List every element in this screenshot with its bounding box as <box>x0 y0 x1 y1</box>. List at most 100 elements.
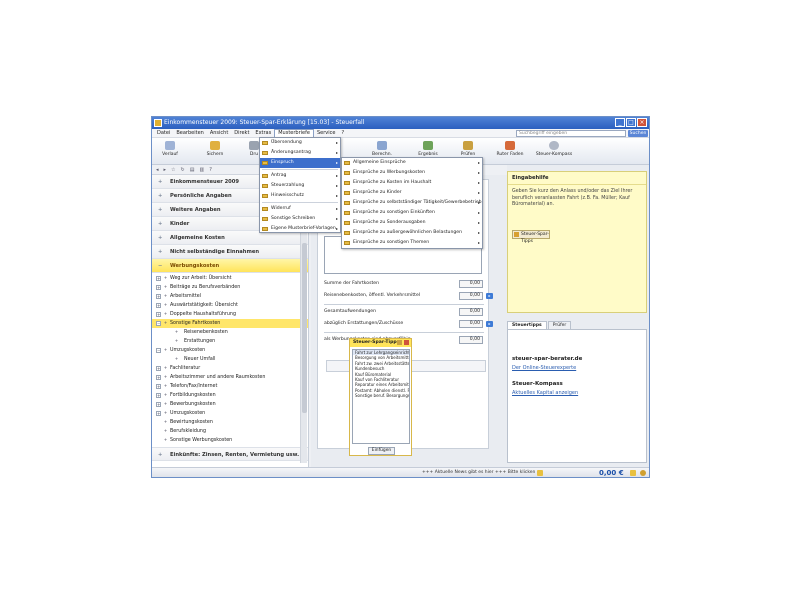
popup-close-icon[interactable] <box>404 340 409 345</box>
menu-item-label: Eigene Musterbrief-Vorlagen <box>271 226 336 231</box>
menu-item-einspruch[interactable]: Einspruch ▸ <box>260 158 340 168</box>
sidebar-scrollbar[interactable] <box>300 223 307 463</box>
steuer-spar-tipps-button[interactable]: Steuer-Spar-Tipps <box>512 230 550 244</box>
menu-item-aenderungsantrag[interactable]: Änderungsantrag ▸ <box>260 148 340 158</box>
refresh-icon[interactable]: ↻ <box>181 167 185 173</box>
menu-item-uebersendung[interactable]: Übersendung ▸ <box>260 138 340 148</box>
submenu-item[interactable]: Einsprüche zu Sonderausgaben ▸ <box>342 218 482 228</box>
tree-item[interactable]: + Berufskleidung <box>152 427 308 436</box>
tree-item-label: Umzugskosten <box>170 411 206 416</box>
tree-item[interactable]: + + Telefon/Fax/Internet <box>152 382 308 391</box>
history-label: Verlauf <box>162 152 178 157</box>
tree-item[interactable]: + Reisenebenkosten <box>152 328 308 337</box>
maximize-button[interactable]: □ <box>626 118 636 127</box>
submenu-item[interactable]: Einsprüche zu Werbungskosten ▸ <box>342 168 482 178</box>
menu-item-eigene-vorlagen[interactable]: Eigene Musterbrief-Vorlagen ▸ <box>260 224 340 234</box>
list-icon[interactable]: ▥ <box>199 167 204 173</box>
category-nicht-selbstaendige-einnahmen[interactable]: + Nicht selbständige Einnahmen <box>152 245 308 259</box>
tree-item[interactable]: + + Doppelte Haushaltsführung <box>152 310 308 319</box>
advisor-icon <box>505 141 515 150</box>
tree-item[interactable]: + + Weg zur Arbeit: Übersicht <box>152 274 308 283</box>
online-expert-link[interactable]: Der Online-Steuerexperte <box>512 365 642 371</box>
menu-item-widerruf[interactable]: Widerruf ▸ <box>260 204 340 214</box>
search-input[interactable]: Suchbegriff eingeben <box>516 130 626 137</box>
submenu-arrow-icon: ▸ <box>335 140 338 145</box>
einspruch-submenu: Allgemeine Einsprüche ▸ Einsprüche zu Wer… <box>341 157 483 249</box>
nav-back-icon[interactable]: ◂ <box>156 167 159 173</box>
tree-item[interactable]: + + Arbeitsmittel <box>152 292 308 301</box>
submenu-item[interactable]: Allgemeine Einsprüche ▸ <box>342 158 482 168</box>
category-einkuenfte[interactable]: + Einkünfte: Zinsen, Renten, Vermietung u… <box>152 447 308 461</box>
tree-item[interactable]: + + Fachliteratur <box>152 364 308 373</box>
tree-item[interactable]: + + Umzugskosten <box>152 409 308 418</box>
folder-icon <box>344 231 350 235</box>
advisor-button[interactable]: Ruter Faden <box>496 141 524 157</box>
check-button[interactable]: Prüfen <box>458 141 478 157</box>
history-button[interactable]: Verlauf <box>158 141 182 157</box>
goto-arrow-icon[interactable]: ▸ <box>486 293 493 299</box>
menu-datei[interactable]: Datei <box>154 129 173 138</box>
submenu-item[interactable]: Einsprüche zu Kinder ▸ <box>342 188 482 198</box>
expand-icon[interactable]: + <box>156 393 161 398</box>
expand-icon[interactable]: + <box>156 312 161 317</box>
menu-item-hinweisschutz[interactable]: Hinweisschutz ▸ <box>260 191 340 201</box>
tree-item[interactable]: + + Bewerbungskosten <box>152 400 308 409</box>
compass-button[interactable]: Steuer-Kompass <box>534 141 574 157</box>
close-button[interactable]: × <box>637 118 647 127</box>
menu-item-steuerzahlung[interactable]: Steuerzahlung ▸ <box>260 181 340 191</box>
popup-help-icon[interactable] <box>397 340 402 345</box>
expand-icon[interactable]: + <box>156 375 161 380</box>
menu-ansicht[interactable]: Ansicht <box>207 129 231 138</box>
menu-item-sonstige-schreiben[interactable]: Sonstige Schreiben ▸ <box>260 214 340 224</box>
tree-item[interactable]: + Erstattungen <box>152 337 308 346</box>
category-werbungskosten[interactable]: − Werbungskosten <box>152 259 308 273</box>
musterbriefe-menu: Übersendung ▸ Änderungsantrag ▸ Einspruch ▸… <box>259 137 341 233</box>
search-button[interactable]: Suchen <box>628 130 648 137</box>
submenu-item[interactable]: Einsprüche zu selbstständiger Tätigkeit/… <box>342 198 482 208</box>
goto-arrow-icon[interactable]: ▸ <box>486 321 493 327</box>
collapse-icon[interactable]: − <box>156 321 161 326</box>
tips-list[interactable]: Fahrt zur Lehrgangseinrichtung Besorgung… <box>352 349 410 444</box>
tips-list-item[interactable]: Sonstige beruf. Besorgungsfahrt <box>353 393 409 398</box>
tree-item[interactable]: + Bewirtungskosten <box>152 418 308 427</box>
menu-item-antrag[interactable]: Antrag ▸ <box>260 171 340 181</box>
nav-forward-icon[interactable]: ▸ <box>164 167 167 173</box>
tree-item[interactable]: − + Umzugskosten <box>152 346 308 355</box>
result-button[interactable]: Ergebnis <box>416 141 440 157</box>
tree-item[interactable]: + + Arbeitszimmer und andere Raumkosten <box>152 373 308 382</box>
expand-icon[interactable]: + <box>156 294 161 299</box>
tree-item[interactable]: + Neuer Umfall <box>152 355 308 364</box>
tree-item[interactable]: + + Fortbildungskosten <box>152 391 308 400</box>
print-icon <box>249 141 259 150</box>
menu-direkt[interactable]: Direkt <box>231 129 252 138</box>
star-icon[interactable]: ☆ <box>171 167 175 173</box>
news-ticker[interactable]: +++ Aktuelle News gibt es hier +++ Bitte… <box>422 468 535 477</box>
tree-item[interactable]: + + Auswärtstätigkeit: Übersicht <box>152 301 308 310</box>
folder-icon[interactable]: ▤ <box>190 167 195 173</box>
help-icon[interactable]: ? <box>209 167 212 173</box>
show-chapter-link[interactable]: Aktuelles Kapital anzeigen <box>512 390 642 396</box>
menu-bearbeiten[interactable]: Bearbeiten <box>173 129 206 138</box>
submenu-item[interactable]: Einsprüche zu sonstigen Einkünften ▸ <box>342 208 482 218</box>
submenu-item[interactable]: Einsprüche zu außergewöhnlichen Belastun… <box>342 228 482 238</box>
minimize-button[interactable]: _ <box>615 118 625 127</box>
expand-icon[interactable]: + <box>156 402 161 407</box>
submenu-arrow-icon: ▸ <box>477 210 480 215</box>
expand-icon[interactable]: + <box>156 276 161 281</box>
submenu-item[interactable]: Einsprüche zu Kosten im Haushalt ▸ <box>342 178 482 188</box>
expand-icon[interactable]: + <box>156 285 161 290</box>
insert-button[interactable]: Einfügen <box>368 447 395 455</box>
form-row-gesamtaufwendungen: Gesamtaufwendungen 0,00 <box>324 307 489 317</box>
scrollbar-thumb[interactable] <box>302 243 307 413</box>
expand-icon[interactable]: + <box>156 303 161 308</box>
calculate-button[interactable]: Berechn. <box>370 141 394 157</box>
expand-icon[interactable]: + <box>156 366 161 371</box>
tree-item[interactable]: + + Beiträge zu Berufsverbänden <box>152 283 308 292</box>
save-button[interactable]: Sichern <box>204 141 226 157</box>
collapse-icon[interactable]: − <box>156 348 161 353</box>
submenu-item[interactable]: Einsprüche zu sonstigen Themen ▸ <box>342 238 482 248</box>
expand-icon[interactable]: + <box>156 384 161 389</box>
tree-item-selected[interactable]: − + Sonstige Fahrtkosten <box>152 319 308 328</box>
expand-icon[interactable]: + <box>156 411 161 416</box>
tree-item[interactable]: + Sonstige Werbungskosten <box>152 436 308 445</box>
